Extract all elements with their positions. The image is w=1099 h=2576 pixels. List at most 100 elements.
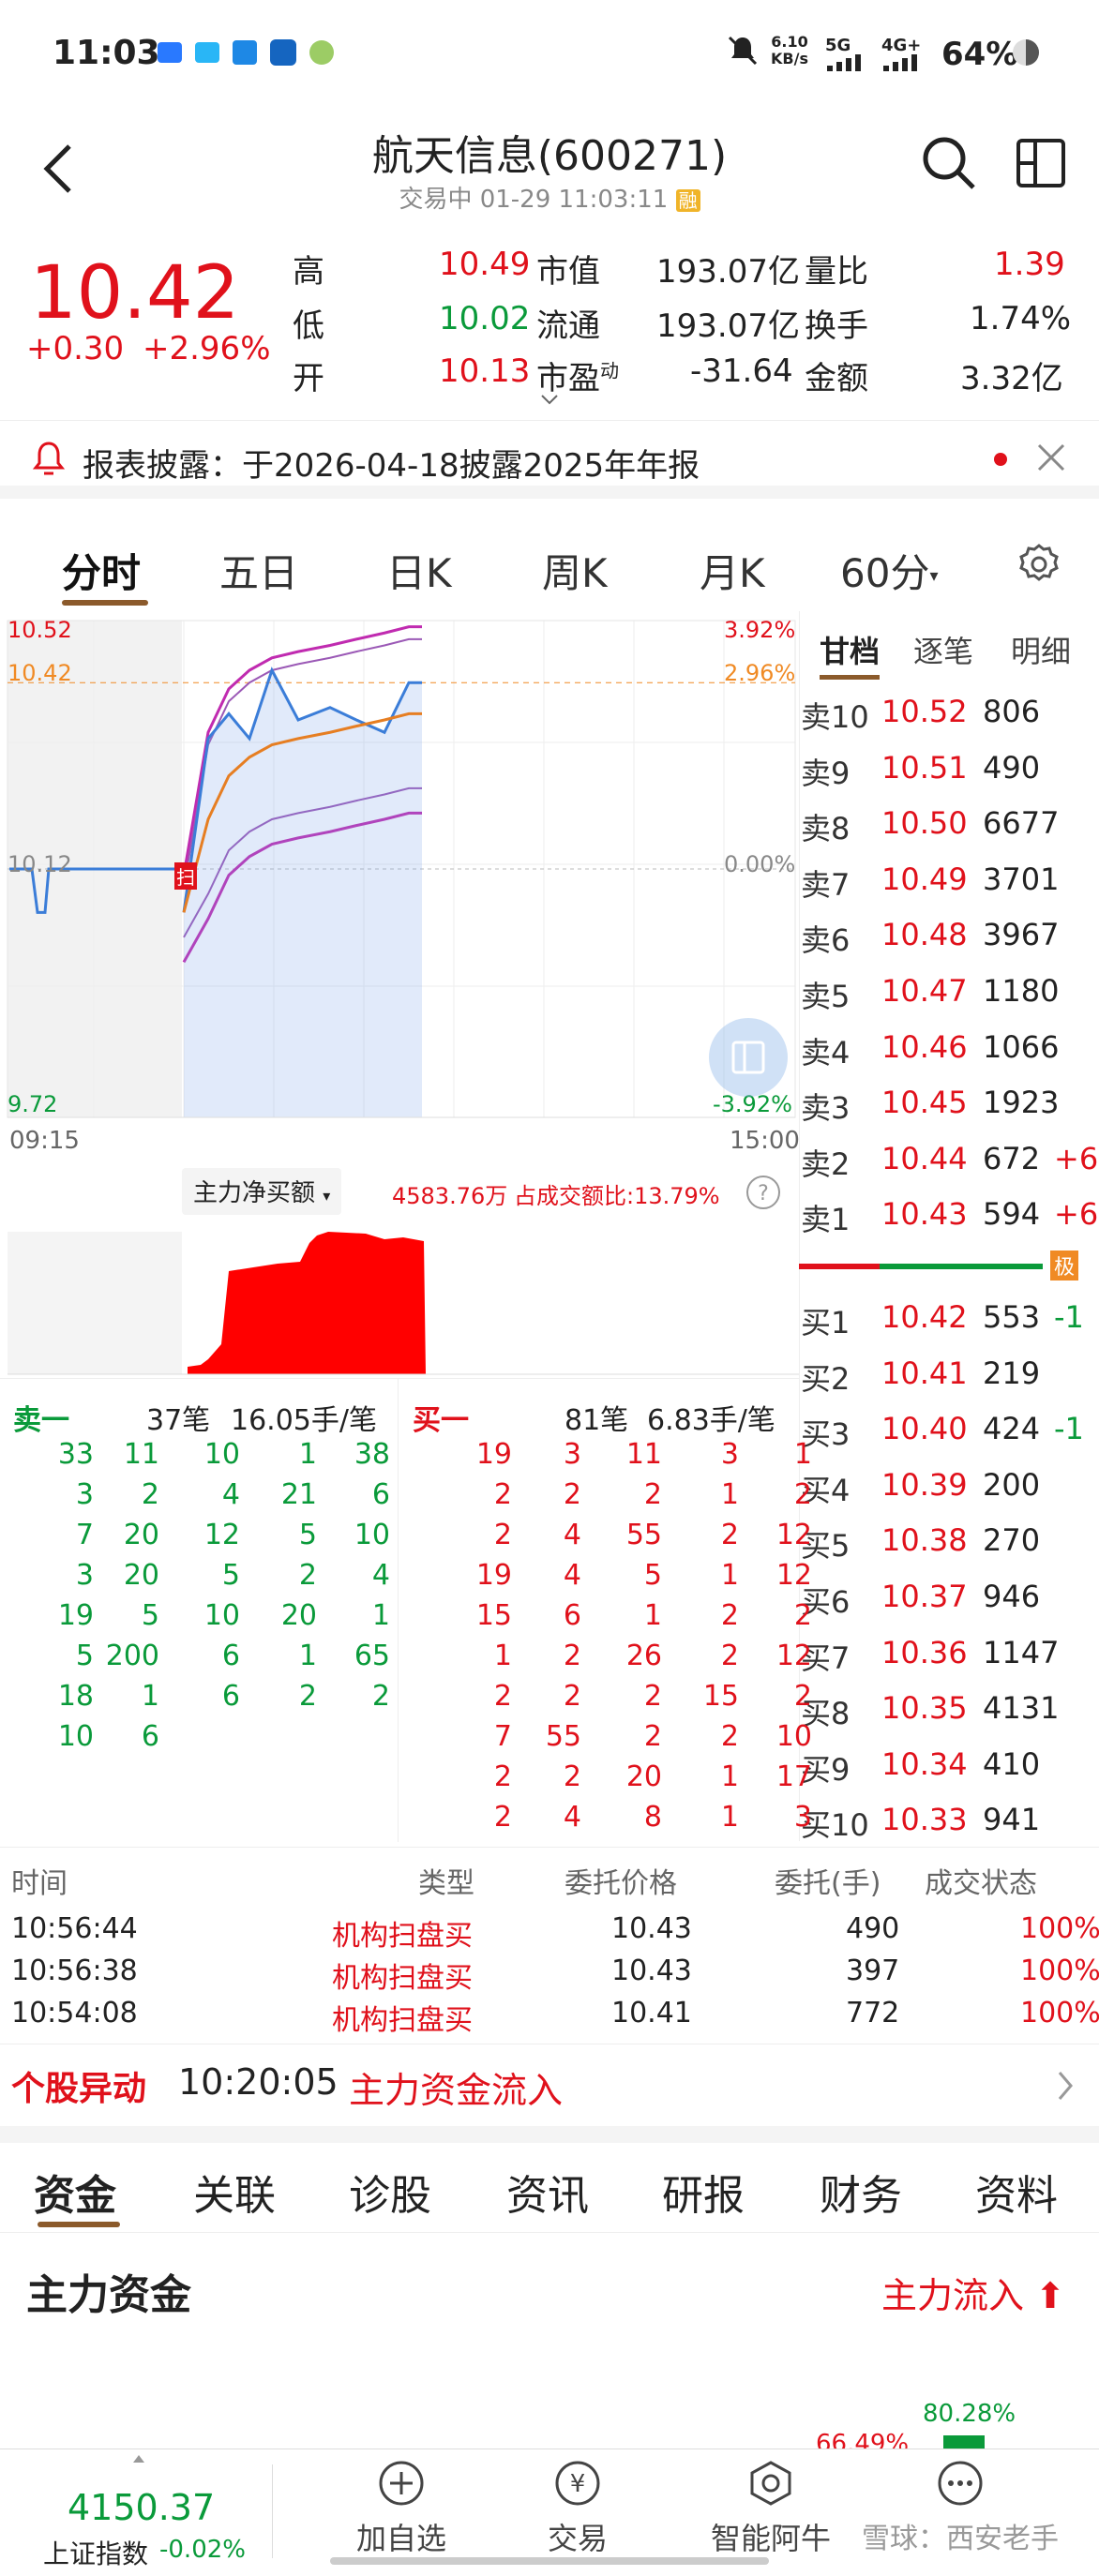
bid-row[interactable]: 买3 10.40 424 -1 xyxy=(799,1411,1099,1465)
buy-queue-cell: 15 xyxy=(475,1599,512,1632)
level-label: 卖2 xyxy=(801,1146,851,1182)
level-label: 买1 xyxy=(801,1305,851,1340)
level-volume: 219 xyxy=(983,1355,1041,1391)
tab-60min[interactable]: 60分▾ xyxy=(840,542,939,599)
bid-row[interactable]: 买8 10.35 4131 xyxy=(799,1690,1099,1745)
level-price: 10.41 xyxy=(881,1355,968,1391)
ask-row[interactable]: 卖9 10.51 490 xyxy=(799,750,1099,804)
report-notice[interactable]: 报表披露：于2026-04-18披露2025年年报 xyxy=(0,420,1099,499)
y-label-current: 10.42 xyxy=(8,660,72,686)
help-icon[interactable]: ? xyxy=(745,1174,782,1211)
divider xyxy=(0,2126,1099,2143)
buy-queue-cell: 2 xyxy=(793,1680,812,1713)
sell-queue-cell: 10 xyxy=(203,1599,240,1632)
price-change-pct: +2.96% xyxy=(143,330,271,367)
order-price: 10.43 xyxy=(611,1912,692,1945)
ask-row[interactable]: 卖8 10.50 6677 xyxy=(799,805,1099,860)
ask-row[interactable]: 卖1 10.43 594 +6 xyxy=(799,1196,1099,1251)
tab-weekly[interactable]: 周K xyxy=(542,542,608,599)
search-icon[interactable] xyxy=(919,133,979,193)
tab-finance[interactable]: 财务 xyxy=(820,2162,902,2222)
bid-row[interactable]: 买9 10.34 410 xyxy=(799,1746,1099,1801)
level-change: +6 xyxy=(1054,1140,1099,1176)
section-tab-underline xyxy=(38,2222,120,2227)
level-volume: 6677 xyxy=(983,805,1060,842)
tab-research[interactable]: 研报 xyxy=(662,2162,745,2222)
switch-stock-icon[interactable] xyxy=(1015,137,1067,189)
intraday-chart[interactable]: 10.52 10.42 10.12 9.72 3.92% 2.96% 0.00%… xyxy=(0,611,799,1136)
expand-chevron-icon[interactable] xyxy=(540,394,559,407)
bid-row[interactable]: 买2 10.41 219 xyxy=(799,1355,1099,1410)
tab-capital[interactable]: 资金 xyxy=(34,2162,116,2222)
bell-icon xyxy=(32,440,66,477)
network-4g: 4G+ xyxy=(881,36,922,55)
floating-switch-icon[interactable] xyxy=(709,1018,788,1097)
pe-label[interactable]: 市盈动 xyxy=(536,352,619,398)
order-time: 10:56:38 xyxy=(11,1954,138,1987)
index-value[interactable]: 4150.37 xyxy=(68,2487,215,2528)
bid-row[interactable]: 买6 10.37 946 xyxy=(799,1579,1099,1633)
level-price: 10.43 xyxy=(881,1196,968,1233)
tab-monthly[interactable]: 月K xyxy=(700,542,765,599)
tab-detail[interactable]: 明细 xyxy=(1011,628,1071,671)
caret-up-icon xyxy=(131,2453,146,2464)
nav-trade[interactable]: ¥ 交易 xyxy=(531,2459,625,2558)
level-change: -1 xyxy=(1054,1411,1084,1447)
ask-row[interactable]: 卖3 10.45 1923 xyxy=(799,1085,1099,1139)
tab-intraday[interactable]: 分时 xyxy=(62,542,141,599)
main-flow-dropdown[interactable]: 主力净买额 ▾ xyxy=(182,1168,342,1215)
ask-row[interactable]: 卖5 10.47 1180 xyxy=(799,973,1099,1027)
bid-row[interactable]: 买1 10.42 553 -1 xyxy=(799,1299,1099,1354)
close-icon[interactable] xyxy=(1035,442,1067,473)
order-type: 机构扫盘买 xyxy=(332,2004,473,2037)
arrow-up-icon: ⬆ xyxy=(1035,2275,1065,2316)
capital-pct-1: 80.28% xyxy=(923,2400,1016,2428)
bid-row[interactable]: 买7 10.36 1147 xyxy=(799,1635,1099,1689)
level-price: 10.38 xyxy=(881,1522,968,1559)
level-price: 10.37 xyxy=(881,1579,968,1614)
buy-queue-cell: 19 xyxy=(475,1438,512,1471)
turnover-label: 换手 xyxy=(805,307,868,345)
level-label: 卖1 xyxy=(801,1202,851,1238)
tab-diagnosis[interactable]: 诊股 xyxy=(349,2162,431,2222)
tab-level2[interactable]: 甘档 xyxy=(820,628,880,671)
net-speed: 6.10 KB/s xyxy=(771,33,808,67)
nav-ai[interactable]: 智能阿牛 xyxy=(696,2459,846,2558)
ask-row[interactable]: 卖10 10.52 806 xyxy=(799,694,1099,748)
buy-queue-cell: 5 xyxy=(643,1559,662,1592)
ask-row[interactable]: 卖2 10.44 672 +6 xyxy=(799,1141,1099,1195)
tab-5day[interactable]: 五日 xyxy=(219,542,298,599)
bid-row[interactable]: 买5 10.38 270 xyxy=(799,1522,1099,1577)
nav-add-watchlist[interactable]: 加自选 xyxy=(354,2459,448,2558)
settings-gear-icon[interactable] xyxy=(1016,542,1061,587)
buy-queue-cell: 2 xyxy=(793,1599,812,1632)
index-name: 上证指数 xyxy=(43,2539,149,2569)
tab-tick[interactable]: 逐笔 xyxy=(913,628,973,671)
more-icon xyxy=(938,2461,983,2506)
battery-icon xyxy=(1011,37,1041,67)
ask-row[interactable]: 卖6 10.48 3967 xyxy=(799,917,1099,971)
nav-more[interactable]: 雪球：西安老手 xyxy=(848,2459,1073,2556)
tab-news[interactable]: 资讯 xyxy=(506,2162,589,2222)
card-icon xyxy=(195,42,219,63)
ask-row[interactable]: 卖7 10.49 3701 xyxy=(799,861,1099,916)
header: 航天信息(600271) 交易中 01-29 11:03:11 融 xyxy=(0,112,1099,230)
level-volume: 490 xyxy=(983,749,1041,786)
buy-queue-cell: 26 xyxy=(625,1640,662,1672)
level-volume: 946 xyxy=(983,1579,1041,1614)
tab-daily[interactable]: 日K xyxy=(386,542,452,599)
volratio-label: 量比 xyxy=(805,253,868,291)
bid-row[interactable]: 买4 10.39 200 xyxy=(799,1467,1099,1521)
buy-queue-cell: 10 xyxy=(775,1720,812,1753)
sell-queue-cell: 5 xyxy=(221,1559,240,1592)
tab-related[interactable]: 关联 xyxy=(193,2162,276,2222)
ask-row[interactable]: 卖4 10.46 1066 xyxy=(799,1029,1099,1084)
tab-profile[interactable]: 资料 xyxy=(975,2162,1058,2222)
sell-queue-cell: 6 xyxy=(141,1720,159,1753)
level-price: 10.35 xyxy=(881,1690,968,1727)
stock-alert-bar[interactable]: 个股异动 10:20:05 主力资金流入 xyxy=(0,2044,1099,2126)
buy-queue-cell: 11 xyxy=(625,1438,662,1471)
pct-label-zero: 0.00% xyxy=(724,851,796,877)
sell-queue-cell: 2 xyxy=(371,1680,390,1713)
order-status: 100% xyxy=(1020,1997,1099,2029)
